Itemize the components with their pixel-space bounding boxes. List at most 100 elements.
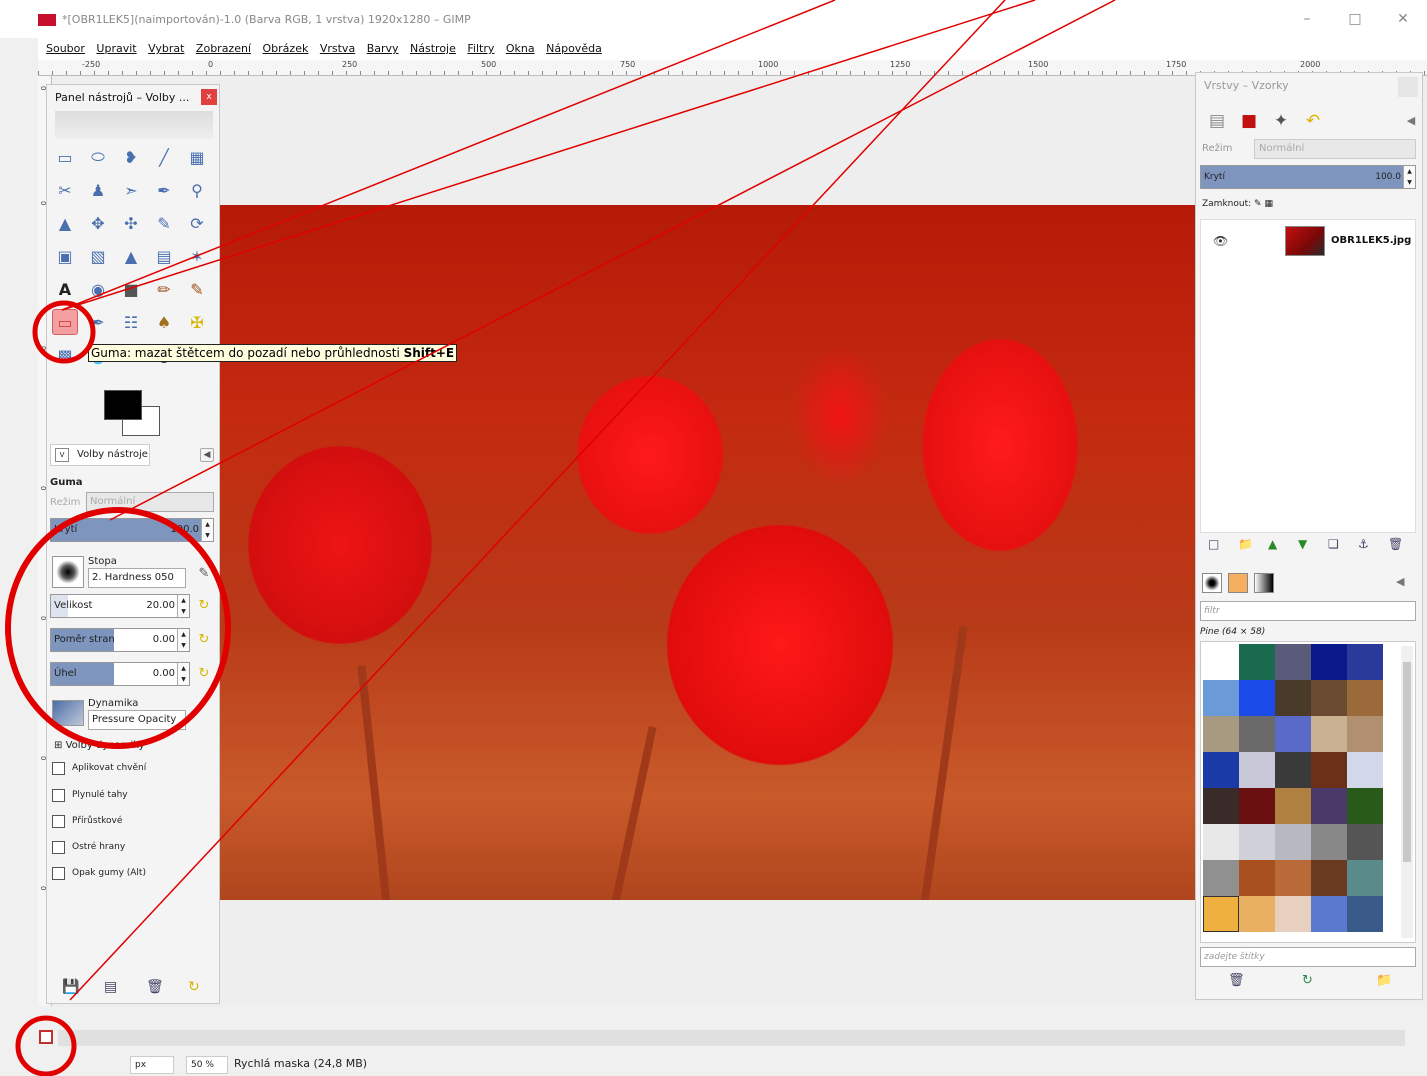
- unit-select[interactable]: px: [130, 1056, 174, 1074]
- angle-slider[interactable]: Úhel 0.00 ▲ ▼: [50, 662, 190, 686]
- opacity-spinner[interactable]: ▲ ▼: [201, 519, 213, 541]
- pattern-swatch[interactable]: [1203, 860, 1239, 896]
- ellipse-select-icon[interactable]: ⬭: [85, 144, 111, 170]
- maximize-icon[interactable]: □: [1340, 8, 1370, 30]
- menu-okna[interactable]: Okna: [506, 38, 535, 60]
- tool-options-tab[interactable]: V Volby nástroje: [50, 444, 150, 466]
- menu-vybrat[interactable]: Vybrat: [148, 38, 184, 60]
- menu-soubor[interactable]: Soubor: [46, 38, 85, 60]
- pattern-swatch[interactable]: [1275, 752, 1311, 788]
- close-icon[interactable]: ✕: [1388, 8, 1418, 30]
- pattern-swatch[interactable]: [1275, 680, 1311, 716]
- pattern-swatch[interactable]: [1311, 680, 1347, 716]
- tab-menu-icon[interactable]: ◀: [200, 448, 214, 462]
- hard-edge-checkbox[interactable]: [52, 841, 65, 854]
- patterns-config-icon[interactable]: ◀: [1396, 575, 1404, 588]
- restore-options-icon[interactable]: ▤: [104, 979, 117, 995]
- angle-reset-icon[interactable]: ↻: [196, 666, 212, 682]
- open-pattern-icon[interactable]: 📁: [1376, 973, 1392, 988]
- paintbrush-icon[interactable]: ✎: [184, 276, 210, 302]
- foreground-select-icon[interactable]: ♟: [85, 177, 111, 203]
- pattern-tags-input[interactable]: zadejte štítky: [1200, 947, 1416, 967]
- pattern-swatch[interactable]: [1311, 752, 1347, 788]
- airbrush-icon[interactable]: ✒: [85, 309, 111, 335]
- gradients-tab-icon[interactable]: [1254, 573, 1274, 593]
- channels-tab-icon[interactable]: ■: [1236, 109, 1262, 133]
- pattern-grid[interactable]: [1200, 641, 1416, 943]
- scale-icon[interactable]: ▣: [52, 243, 78, 269]
- pattern-swatch[interactable]: [1239, 824, 1275, 860]
- layers-tab-icon[interactable]: ▤: [1204, 109, 1230, 133]
- pattern-swatch[interactable]: [1347, 644, 1383, 680]
- pattern-swatch[interactable]: [1203, 752, 1239, 788]
- pattern-scrollbar[interactable]: [1401, 646, 1413, 938]
- minimize-icon[interactable]: –: [1292, 8, 1322, 30]
- pattern-swatch[interactable]: [1275, 644, 1311, 680]
- layer-mode-select[interactable]: Normální: [1254, 139, 1416, 159]
- pencil-icon[interactable]: ✏: [151, 276, 177, 302]
- layer-opacity-spinner[interactable]: ▲ ▼: [1403, 166, 1415, 188]
- menu-obrazek[interactable]: Obrázek: [263, 38, 309, 60]
- color-swatches[interactable]: [104, 390, 162, 438]
- delete-layer-icon[interactable]: 🗑: [1388, 537, 1403, 551]
- pattern-swatch[interactable]: [1311, 644, 1347, 680]
- size-reset-icon[interactable]: ↻: [196, 598, 212, 614]
- layer-row[interactable]: 👁 OBR1LEK5.jpg: [1201, 224, 1415, 260]
- opacity-slider[interactable]: Krytí 100.0 ▲ ▼: [50, 518, 214, 542]
- perspective-icon[interactable]: ▲: [118, 243, 144, 269]
- paths-icon[interactable]: ➣: [118, 177, 144, 203]
- dynamics-preview[interactable]: [52, 700, 84, 726]
- pattern-swatch[interactable]: [1275, 788, 1311, 824]
- pattern-swatch[interactable]: [1311, 860, 1347, 896]
- pattern-swatch[interactable]: [1347, 896, 1383, 932]
- pattern-swatch[interactable]: [1239, 680, 1275, 716]
- pattern-swatch[interactable]: [1203, 680, 1239, 716]
- text-icon[interactable]: A: [52, 276, 78, 302]
- pattern-filter-input[interactable]: filtr: [1200, 601, 1416, 621]
- undo-tab-icon[interactable]: ↶: [1300, 109, 1326, 133]
- toolbox-titlebar[interactable]: Panel nástrojů – Volby ... x: [47, 85, 221, 109]
- scissors-icon[interactable]: ✂: [52, 177, 78, 203]
- pattern-swatch[interactable]: [1311, 824, 1347, 860]
- move-icon[interactable]: ✥: [85, 210, 111, 236]
- pattern-swatch-selected[interactable]: [1203, 896, 1239, 932]
- pattern-swatch[interactable]: [1239, 716, 1275, 752]
- pattern-swatch[interactable]: [1347, 680, 1383, 716]
- size-slider[interactable]: Velikost 20.00 ▲ ▼: [50, 594, 190, 618]
- shear-icon[interactable]: ▧: [85, 243, 111, 269]
- mode-select[interactable]: Normální: [86, 492, 214, 512]
- ink-icon[interactable]: ☷: [118, 309, 144, 335]
- lower-layer-icon[interactable]: ▼: [1298, 537, 1307, 551]
- lock-pixels-icon[interactable]: ✎: [1254, 199, 1262, 209]
- incremental-checkbox[interactable]: [52, 815, 65, 828]
- duplicate-layer-icon[interactable]: ❏: [1328, 537, 1339, 551]
- pattern-swatch[interactable]: [1239, 896, 1275, 932]
- menu-barvy[interactable]: Barvy: [367, 38, 399, 60]
- pattern-swatch[interactable]: [1203, 824, 1239, 860]
- angle-spinner[interactable]: ▲ ▼: [177, 663, 189, 685]
- aspect-ratio-spinner[interactable]: ▲ ▼: [177, 629, 189, 651]
- delete-options-icon[interactable]: 🗑: [146, 979, 164, 995]
- menu-nastroje[interactable]: Nástroje: [410, 38, 456, 60]
- pattern-swatch[interactable]: [1275, 716, 1311, 752]
- dynamics-options-expander[interactable]: ⊞ Volby dynamiky: [54, 740, 145, 751]
- save-options-icon[interactable]: 💾: [62, 979, 79, 995]
- dock-config-icon[interactable]: ◀: [1398, 109, 1424, 133]
- pattern-swatch[interactable]: [1275, 896, 1311, 932]
- perspective-clone-icon[interactable]: ▩: [52, 342, 78, 368]
- aspect-ratio-reset-icon[interactable]: ↻: [196, 632, 212, 648]
- bucket-fill-icon[interactable]: ◉: [85, 276, 111, 302]
- free-select-icon[interactable]: ❥: [118, 144, 144, 170]
- pattern-swatch[interactable]: [1239, 644, 1275, 680]
- blend-icon[interactable]: ■: [118, 276, 144, 302]
- clone-icon[interactable]: ♠: [151, 309, 177, 335]
- pattern-swatch[interactable]: [1275, 824, 1311, 860]
- pattern-swatch[interactable]: [1203, 644, 1239, 680]
- pattern-swatch[interactable]: [1347, 752, 1383, 788]
- apply-jitter-checkbox[interactable]: [52, 762, 65, 775]
- brush-preview[interactable]: [52, 556, 84, 588]
- heal-icon[interactable]: ✠: [184, 309, 210, 335]
- pattern-swatch[interactable]: [1239, 788, 1275, 824]
- brushes-tab-icon[interactable]: [1202, 573, 1222, 593]
- pattern-swatch[interactable]: [1311, 896, 1347, 932]
